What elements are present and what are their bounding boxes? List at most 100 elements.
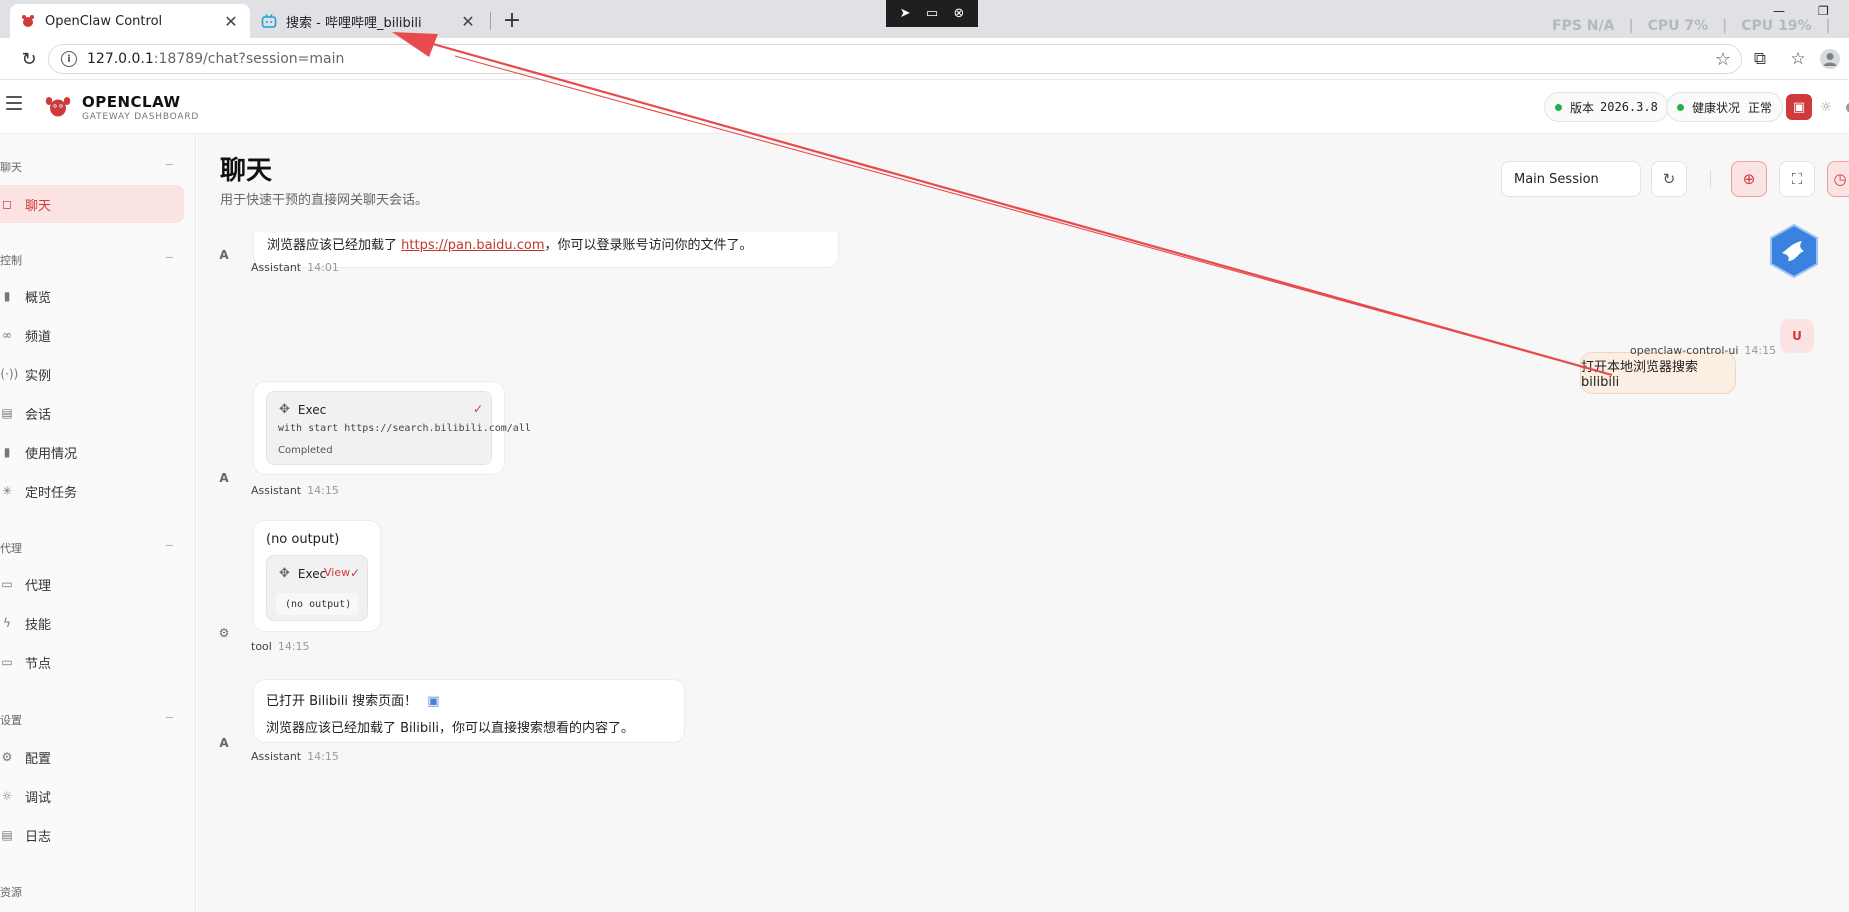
exec-command: with start https://search.bilibili.com/a…: [278, 423, 531, 434]
message-line: 浏览器应该已经加载了 Bilibili，你可以直接搜索想看的内容了。: [266, 721, 634, 736]
send-icon[interactable]: ➤: [900, 6, 911, 21]
favorites-icon[interactable]: ☆: [1786, 48, 1810, 70]
info-icon[interactable]: i: [61, 51, 77, 67]
sidebar-item-channels[interactable]: ∞ 频道: [0, 316, 184, 354]
tab-openclaw-control[interactable]: OpenClaw Control ✕: [10, 4, 250, 38]
refresh-button[interactable]: ↻: [1651, 161, 1687, 197]
new-tab-button[interactable]: +: [498, 6, 526, 34]
message-text-part: ，你可以登录账号访问你的文件了。: [544, 238, 753, 253]
stat-divider: |: [1722, 18, 1728, 34]
exec-status: Completed: [278, 445, 333, 456]
focus-icon: ⛶: [1791, 170, 1803, 188]
message-time: 14:15: [307, 484, 339, 497]
exec-tool-card[interactable]: ✥ Exec View ✓ (no output): [266, 555, 368, 621]
url-path: :18789/chat?session=main: [153, 51, 345, 67]
sidebar-item-agents[interactable]: ▭ 代理: [0, 565, 184, 603]
brand: OPENCLAW GATEWAY DASHBOARD: [82, 93, 199, 122]
sidebar-item-label: 代理: [25, 578, 52, 594]
tv-emoji-icon: ▣: [427, 694, 440, 709]
url-host: 127.0.0.1: [87, 51, 154, 67]
assistant-avatar: A: [219, 736, 229, 750]
lightning-icon: ϟ: [3, 616, 11, 630]
tool-message-bubble: (no output) ✥ Exec View ✓ (no output): [253, 520, 381, 632]
moon-icon[interactable]: ◐: [1838, 94, 1849, 120]
section-title: 聊天: [0, 161, 22, 174]
sidebar-item-usage[interactable]: ▮ 使用情况: [0, 433, 184, 471]
tab-title: OpenClaw Control: [45, 13, 163, 29]
sidebar-item-sessions[interactable]: ▤ 会话: [0, 394, 184, 432]
message-meta: Assistant 14:15: [251, 750, 339, 763]
minimize-remote-icon[interactable]: ▭: [926, 6, 938, 21]
sidebar-item-skills[interactable]: ϟ 技能: [0, 604, 184, 642]
message-time: 14:01: [307, 261, 339, 274]
collapse-icon[interactable]: −: [165, 711, 174, 724]
refresh-icon: ↻: [1662, 170, 1676, 188]
message-text: 已打开 Bilibili 搜索页面！: [266, 694, 418, 709]
app-header: OPENCLAW GATEWAY DASHBOARD 版本 2026.3.8 健…: [0, 80, 1849, 134]
close-circle-icon[interactable]: ⊗: [953, 6, 964, 21]
profile-avatar-icon[interactable]: [1818, 48, 1842, 70]
section-title: 资源: [0, 886, 22, 899]
sidebar-section-control[interactable]: 控制 −: [0, 251, 180, 268]
sidebar-section-agents[interactable]: 代理 −: [0, 539, 180, 556]
collapse-icon[interactable]: −: [165, 539, 174, 552]
bug-icon: ☼: [1, 789, 13, 803]
sidebar-section-settings[interactable]: 设置 −: [0, 711, 180, 728]
main-content: 聊天 用于快速干预的直接网关聊天会话。 Main Session ↻ ⊕ ⛶ ◷…: [197, 134, 1849, 912]
sidebar-item-label: 定时任务: [25, 485, 78, 501]
version-value: 2026.3.8: [1600, 100, 1658, 114]
restore-window-icon[interactable]: ❐: [1818, 4, 1829, 18]
brain-icon: ⊕: [1742, 170, 1756, 188]
view-link[interactable]: View: [324, 566, 350, 579]
sidebar-item-config[interactable]: ⚙ 配置: [0, 738, 184, 776]
chat-bubble-icon: ◻: [2, 197, 12, 211]
assistant-avatar: A: [219, 471, 229, 485]
document-icon: ▤: [1, 406, 13, 420]
floating-assistant-badge[interactable]: [1768, 223, 1820, 279]
section-title: 设置: [0, 714, 22, 727]
sidebar-section-resources[interactable]: 资源: [0, 884, 180, 900]
thinking-toggle-button[interactable]: ⊕: [1731, 161, 1767, 197]
minimize-window-icon[interactable]: —: [1773, 4, 1785, 18]
exec-tool-card[interactable]: ✥ Exec ✓ with start https://search.bilib…: [266, 391, 531, 465]
baidu-link[interactable]: https://pan.baidu.com: [401, 238, 544, 253]
log-icon: ▤: [1, 828, 13, 842]
sidebar-item-debug[interactable]: ☼ 调试: [0, 777, 184, 815]
version-label: 版本: [1570, 100, 1595, 115]
exec-output: (no output): [276, 593, 358, 615]
sidebar-item-instances[interactable]: ((·)) 实例: [0, 355, 184, 393]
extensions-puzzle-icon[interactable]: ⧉: [1748, 48, 1772, 70]
gear-icon: ⚙: [1, 750, 13, 764]
url-input[interactable]: i 127.0.0.1:18789/chat?session=main ☆: [48, 44, 1742, 74]
sender-name: tool: [251, 640, 272, 653]
menu-icon[interactable]: [6, 96, 22, 110]
message-line: 已打开 Bilibili 搜索页面！ ▣: [266, 690, 440, 709]
user-message-bubble: 打开本地浏览器搜索bilibili: [1580, 352, 1736, 394]
sidebar-section-chat[interactable]: 聊天 −: [0, 158, 180, 175]
schedule-button[interactable]: ◷: [1827, 161, 1849, 197]
sidebar-item-cron[interactable]: ✳ 定时任务: [0, 472, 184, 510]
tool-output-text: (no output): [266, 532, 340, 547]
monitor-icon: ▭: [1, 655, 13, 669]
sidebar-item-overview[interactable]: ▮ 概览: [0, 277, 184, 315]
bookmark-star-icon[interactable]: ☆: [1715, 49, 1731, 70]
collapse-icon[interactable]: −: [165, 251, 174, 264]
sidebar-item-label: 实例: [25, 368, 52, 384]
browser-tab-strip: OpenClaw Control ✕ 搜索 - 哔哩哔哩_bilibili ✕ …: [0, 0, 1849, 38]
sun-icon[interactable]: ☼: [1813, 94, 1839, 120]
sidebar-item-nodes[interactable]: ▭ 节点: [0, 643, 184, 681]
focus-mode-button[interactable]: ⛶: [1779, 161, 1815, 197]
message-text: 打开本地浏览器搜索bilibili: [1581, 360, 1699, 390]
collapse-icon[interactable]: −: [165, 158, 174, 171]
close-icon[interactable]: ✕: [222, 12, 240, 31]
reload-icon[interactable]: ↻: [16, 46, 42, 72]
close-icon[interactable]: ✕: [459, 12, 477, 31]
sidebar-item-logs[interactable]: ▤ 日志: [0, 816, 184, 854]
message-text: 浏览器应该已经加载了 https://pan.baidu.com，你可以登录账号…: [267, 234, 753, 253]
stat-divider: |: [1628, 18, 1634, 34]
monitor-icon[interactable]: ▣: [1786, 94, 1812, 120]
session-select[interactable]: Main Session: [1501, 161, 1641, 197]
sidebar-item-chat[interactable]: ◻ 聊天: [0, 185, 184, 223]
tab-bilibili-search[interactable]: 搜索 - 哔哩哔哩_bilibili ✕: [251, 4, 487, 38]
sender-name: Assistant: [251, 484, 302, 497]
